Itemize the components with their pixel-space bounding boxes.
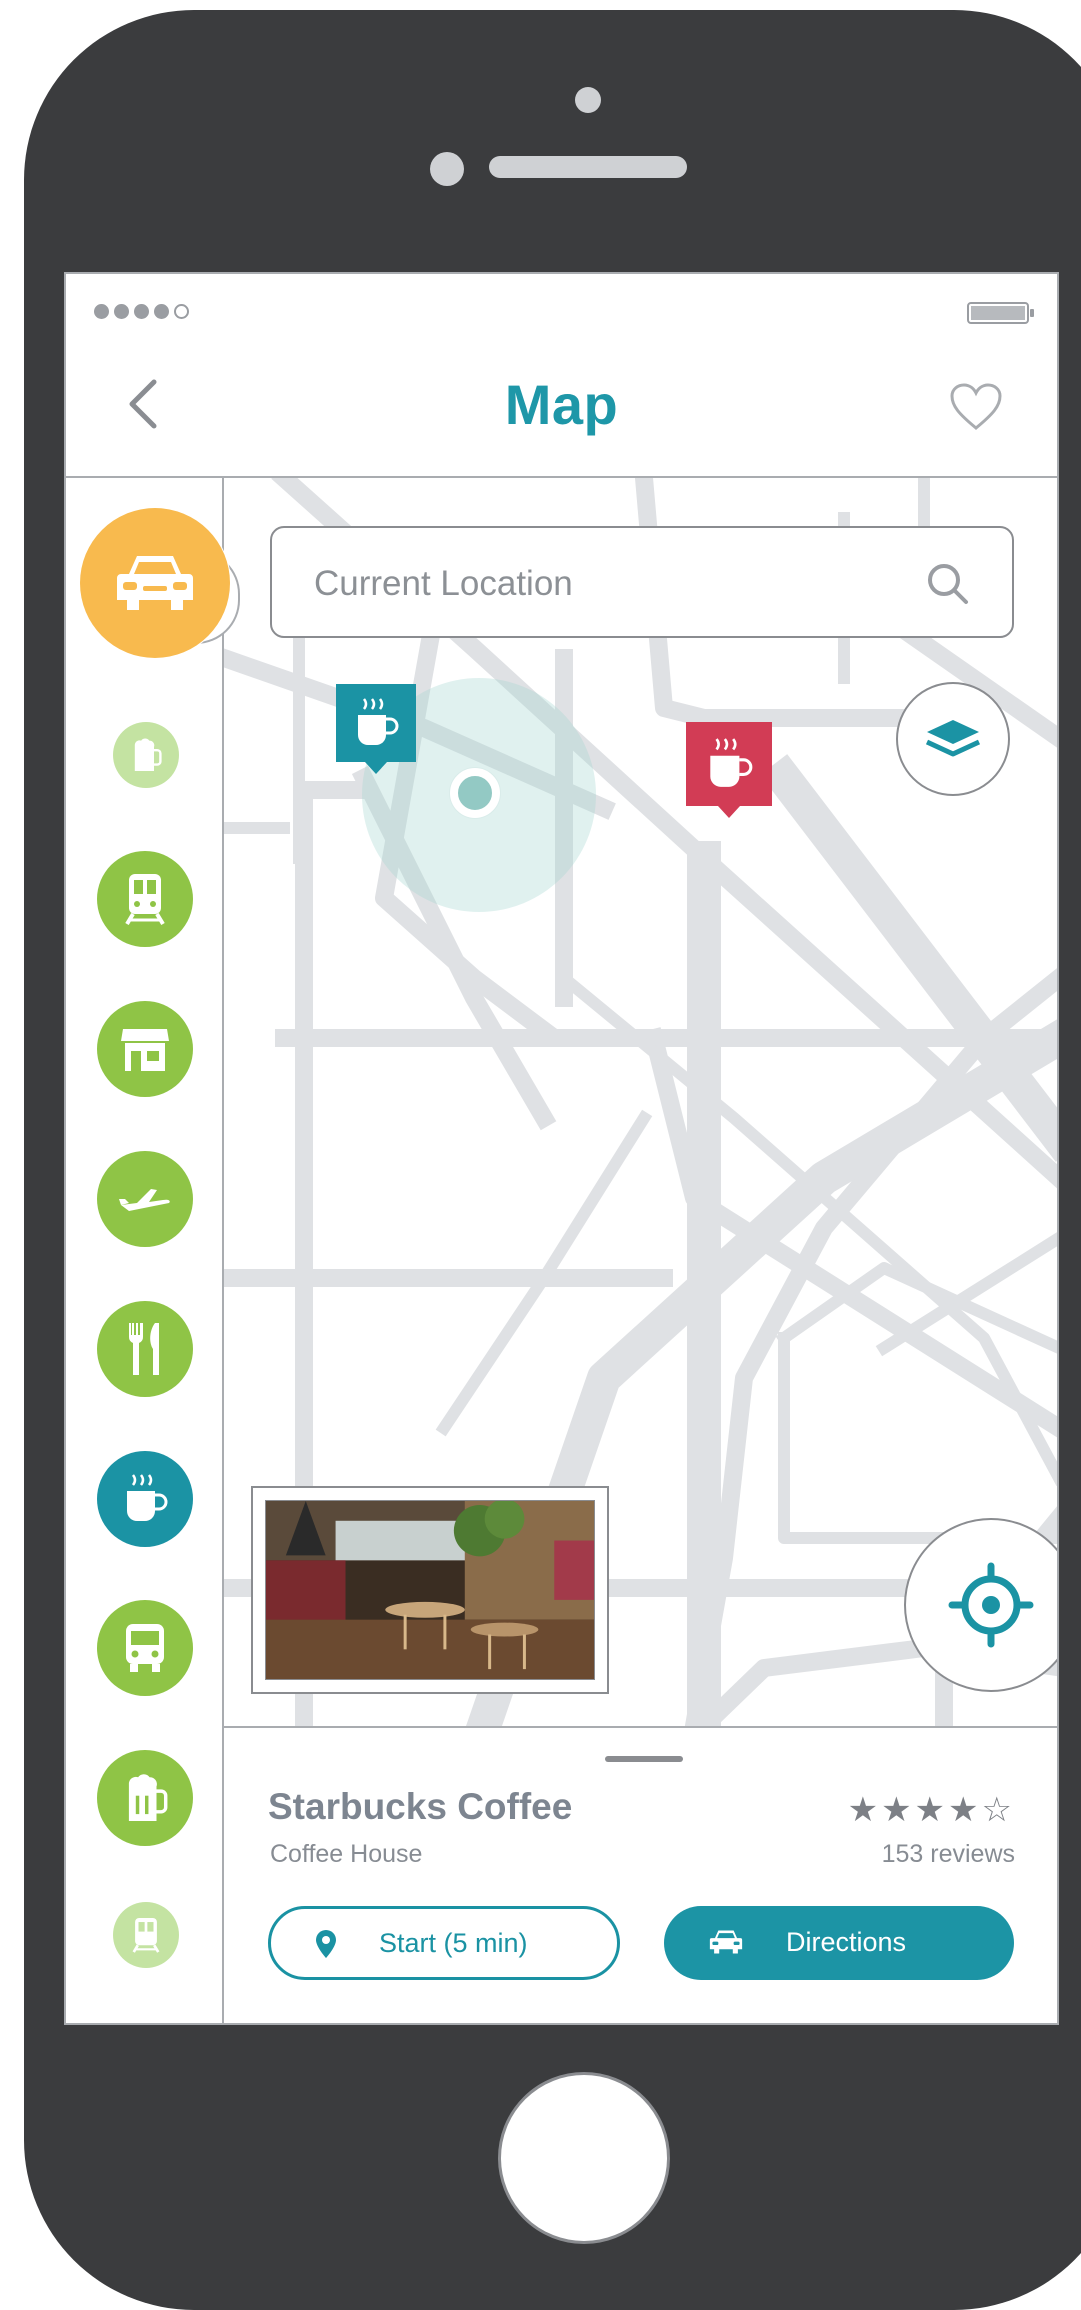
search-icon[interactable] <box>926 562 970 606</box>
map-view[interactable] <box>224 478 1057 1726</box>
category-train-faded[interactable] <box>113 1902 179 1968</box>
category-coffee[interactable] <box>97 1451 193 1547</box>
coffee-cup-icon <box>358 698 399 745</box>
status-bar <box>66 274 1057 334</box>
review-count[interactable]: 153 reviews <box>882 1840 1015 1869</box>
favorite-button[interactable] <box>949 382 1003 432</box>
car-icon <box>117 556 193 610</box>
category-beer-faded[interactable] <box>113 722 179 788</box>
coffee-cup-icon <box>127 1474 168 1521</box>
start-navigation-button[interactable]: Start (5 min) <box>268 1906 620 1980</box>
map-pin-icon <box>316 1930 336 1958</box>
navigation-header: Map <box>66 334 1057 478</box>
home-button[interactable] <box>498 2072 670 2244</box>
battery-icon <box>967 302 1034 324</box>
car-icon <box>709 1930 743 1954</box>
directions-button-label: Directions <box>786 1927 907 1957</box>
directions-button[interactable]: Directions <box>664 1906 1014 1980</box>
search-input[interactable] <box>312 558 896 610</box>
current-location-marker <box>450 768 500 818</box>
category-sidebar <box>66 478 240 2023</box>
restaurant-interior-photo <box>265 1500 595 1680</box>
train-icon <box>132 1917 160 1953</box>
category-train[interactable] <box>97 851 193 947</box>
drag-handle[interactable] <box>605 1756 683 1762</box>
place-category: Coffee House <box>270 1840 423 1868</box>
category-bar[interactable] <box>97 1750 193 1846</box>
category-bus[interactable] <box>97 1600 193 1696</box>
heart-icon <box>950 383 1002 430</box>
map-pin-coffee[interactable] <box>336 684 416 774</box>
coffee-cup-icon <box>710 738 753 787</box>
category-restaurant[interactable] <box>97 1301 193 1397</box>
front-camera <box>575 87 601 113</box>
page-title: Map <box>504 373 619 436</box>
fork-knife-icon <box>128 1323 159 1375</box>
proximity-sensor <box>430 152 464 186</box>
train-icon <box>125 874 165 926</box>
category-car[interactable] <box>80 508 230 658</box>
signal-strength-icon <box>94 304 189 319</box>
category-shopping[interactable] <box>97 1001 193 1097</box>
rating-stars: ★★★★☆ <box>847 1791 1015 1829</box>
layers-icon <box>925 720 981 757</box>
beer-mug-icon <box>134 738 162 771</box>
earpiece-speaker <box>489 156 687 178</box>
crosshair-icon <box>948 1562 1034 1648</box>
beer-mug-icon <box>128 1774 168 1821</box>
place-name: Starbucks Coffee <box>268 1786 573 1827</box>
map-layers-button[interactable] <box>896 682 1010 796</box>
airplane-icon <box>119 1189 170 1211</box>
place-photo-thumbnail[interactable] <box>251 1486 609 1694</box>
store-icon <box>121 1029 169 1071</box>
map-pin-coffee-selected[interactable] <box>686 722 772 818</box>
search-bar <box>270 526 1014 638</box>
start-button-label: Start (5 min) <box>379 1928 528 1958</box>
bus-icon <box>126 1624 164 1672</box>
app-screen: Map Current Location Starbucks Coffee Co… <box>64 272 1059 2025</box>
category-airport[interactable] <box>97 1151 193 1247</box>
place-details-card: Starbucks Coffee Coffee House ★★★★☆ 153 … <box>224 1726 1057 2023</box>
